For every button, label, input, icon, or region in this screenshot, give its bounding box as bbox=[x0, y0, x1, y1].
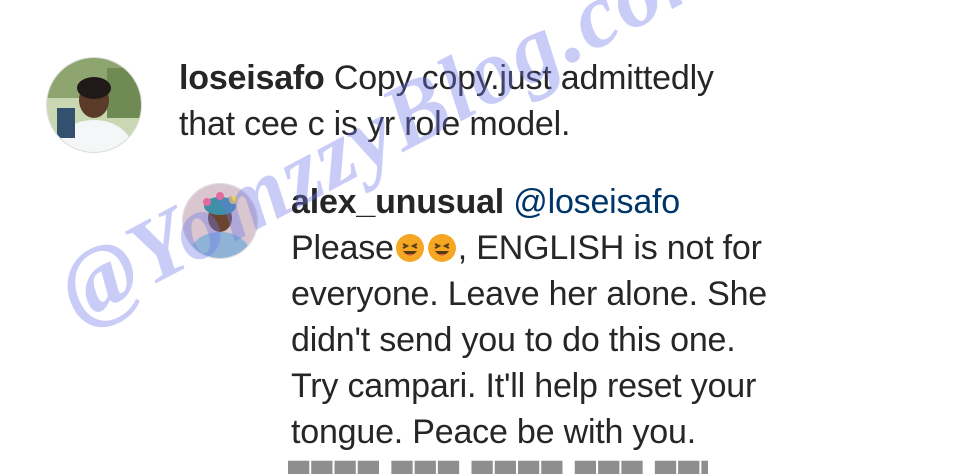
reply-line-2: didn't send you to do this one. bbox=[291, 321, 736, 359]
comment-text: loseisafo Copy copy.just admittedly that… bbox=[179, 55, 799, 147]
avatar[interactable] bbox=[46, 57, 142, 153]
reply-text-after-emoji: , ENGLISH is not for bbox=[457, 229, 762, 267]
reply-line-3: Try campari. It'll help reset your bbox=[291, 367, 757, 405]
comment-body-line-1: Copy copy.just admittedly bbox=[333, 59, 714, 97]
comment-item: loseisafo Copy copy.just admittedly that… bbox=[46, 57, 799, 153]
laughing-emoji-icon bbox=[395, 233, 425, 263]
comment-username[interactable]: loseisafo bbox=[179, 59, 325, 97]
comment-body-line-2: that cee c is yr role model. bbox=[179, 105, 571, 143]
avatar[interactable] bbox=[182, 183, 258, 259]
reply-text-prefix: Please bbox=[291, 229, 394, 267]
reply-item: alex_unusual @loseisafo Please , ENGLISH … bbox=[182, 183, 851, 455]
reply-line-1: everyone. Leave her alone. She bbox=[291, 275, 768, 313]
cut-off-meta-row: ▀▀▀▀ ▀▀▀ ▀▀▀▀ ▀▀▀ ▀▀▀▀ bbox=[288, 460, 708, 474]
reply-username[interactable]: alex_unusual bbox=[291, 183, 504, 221]
reply-mention[interactable]: @loseisafo bbox=[513, 183, 680, 221]
reply-text: alex_unusual @loseisafo Please , ENGLISH … bbox=[291, 179, 851, 455]
reply-line-4: tongue. Peace be with you. bbox=[291, 413, 696, 451]
laughing-emoji-icon bbox=[427, 233, 457, 263]
